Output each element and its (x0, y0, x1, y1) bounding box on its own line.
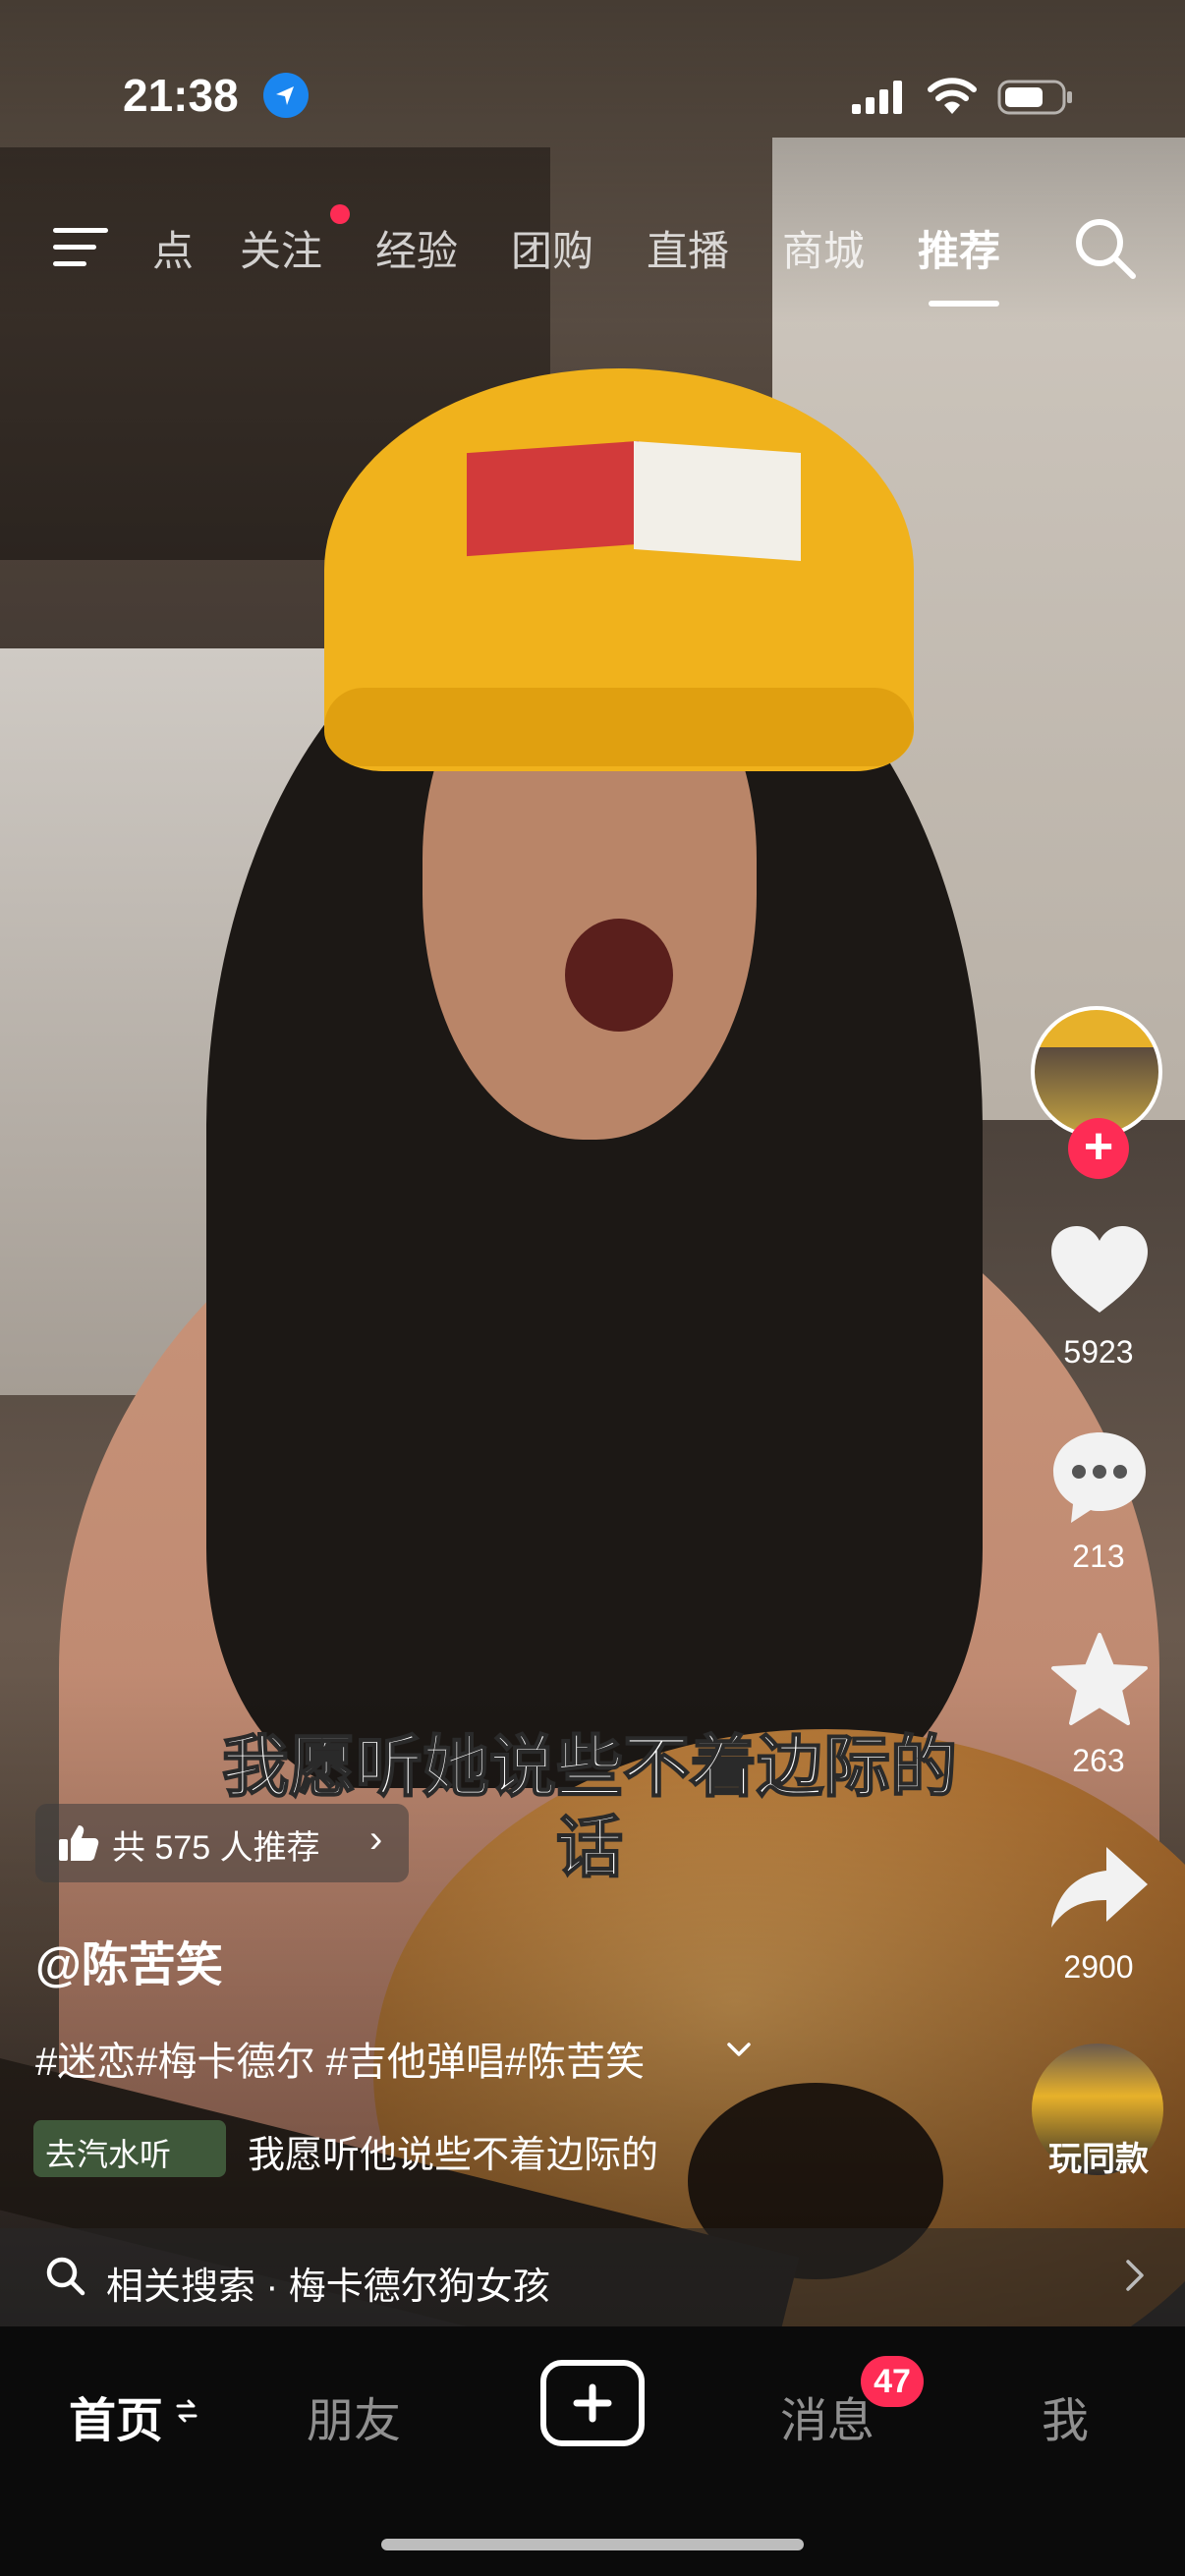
music-listen-tag-label: 去汽水听 (45, 2137, 172, 2172)
video-feed-screen: 21:38 点 关注 经验 团购 直播 商城 推荐 + 5923 213 263… (0, 0, 1185, 2576)
tab-me[interactable]: 我 (1042, 2381, 1089, 2450)
author-name[interactable]: @陈苦笑 (35, 1926, 223, 1994)
tab-friends[interactable]: 朋友 (307, 2381, 401, 2450)
messages-unread-badge: 47 (861, 2356, 924, 2407)
video-performer-mouth (565, 919, 673, 1032)
status-time: 21:38 (123, 70, 239, 121)
comment-bubble-icon[interactable] (1045, 1423, 1154, 1531)
recommend-count-pill[interactable]: 共 575 人推荐 › (35, 1804, 409, 1882)
location-arrow-icon (263, 73, 309, 118)
menu-icon[interactable] (51, 224, 110, 271)
comment-count: 213 (1072, 1539, 1125, 1574)
music-listen-tag[interactable]: 去汽水听 (33, 2120, 226, 2177)
cellular-signal-icon (852, 81, 902, 114)
tab-home[interactable]: 首页 (69, 2381, 163, 2450)
search-icon (46, 2257, 85, 2296)
expand-chevron-down-icon[interactable] (725, 2036, 753, 2063)
following-unread-dot (330, 204, 350, 224)
recommend-count-text: 共 575 人推荐 (112, 1829, 320, 1867)
music-title[interactable]: 我愿听他说些不着边际的 (248, 2124, 709, 2178)
tab-mall[interactable]: 商城 (782, 218, 865, 278)
subtitle-line-1: 我愿听她说些不着边际的 (221, 1729, 958, 1806)
favorite-count: 263 (1072, 1743, 1125, 1778)
search-icon[interactable] (1071, 214, 1140, 283)
video-hat-tape-white (634, 441, 801, 561)
video-hat-tape-red (467, 440, 639, 557)
tab-following[interactable]: 关注 (240, 218, 322, 278)
battery-icon (997, 80, 1072, 115)
chevron-right-icon (1126, 2260, 1144, 2291)
create-post-button[interactable] (540, 2360, 645, 2446)
follow-plus-button[interactable]: + (1068, 1118, 1129, 1179)
tab-recommend[interactable]: 推荐 (918, 218, 1000, 278)
home-indicator[interactable] (381, 2539, 804, 2550)
related-search-bar[interactable]: 相关搜索 · 梅卡德尔狗女孩 (0, 2228, 1185, 2326)
favorite-star-icon[interactable] (1045, 1627, 1154, 1735)
share-count: 2900 (1063, 1949, 1134, 1985)
refresh-arrows-icon (176, 2399, 198, 2423)
chevron-right-icon: › (369, 1818, 383, 1861)
tab-live[interactable]: 直播 (647, 218, 729, 278)
tab-messages[interactable]: 消息 (780, 2381, 875, 2450)
tab-group-buy[interactable]: 团购 (511, 218, 593, 278)
post-hashtags[interactable]: #迷恋#梅卡德尔 #吉他弹唱#陈苦笑 (35, 2030, 645, 2087)
active-tab-indicator (929, 301, 999, 307)
video-hard-hat-brim (324, 688, 914, 766)
tab-experience[interactable]: 经验 (375, 218, 458, 278)
plus-icon (573, 2383, 612, 2423)
wifi-icon (928, 78, 977, 114)
tab-nearby[interactable]: 点 (152, 218, 194, 278)
like-count: 5923 (1063, 1334, 1134, 1370)
share-arrow-icon[interactable] (1045, 1833, 1154, 1941)
thumbs-up-icon (59, 1825, 99, 1861)
like-heart-icon[interactable] (1045, 1218, 1154, 1326)
same-style-label[interactable]: 玩同款 (1022, 2132, 1175, 2180)
related-search-text: 相关搜索 · 梅卡德尔狗女孩 (106, 2267, 550, 2308)
